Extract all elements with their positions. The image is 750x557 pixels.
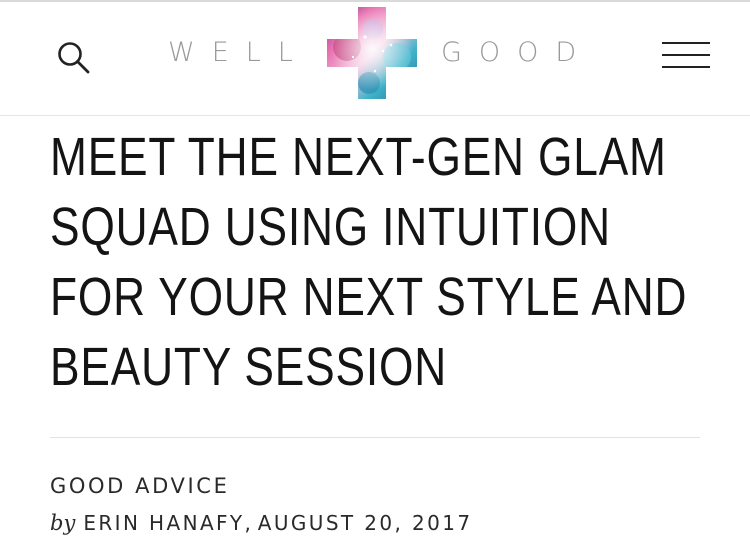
- title-divider: [50, 437, 700, 438]
- hamburger-menu-icon: [662, 54, 710, 56]
- cross-logo-icon: [327, 7, 417, 99]
- article-title: MEET THE NEXT-GEN GLAM SQUAD USING INTUI…: [50, 127, 688, 397]
- brand-word-well: WELL: [168, 37, 310, 68]
- author-link[interactable]: ERIN HANAFY: [83, 511, 244, 535]
- menu-button[interactable]: [662, 42, 712, 72]
- site-header: WELL GOOD: [0, 2, 750, 116]
- site-logo-link[interactable]: WELL GOOD: [0, 2, 750, 115]
- category-link[interactable]: GOOD ADVICE: [50, 473, 229, 499]
- article-page: WELL GOOD MEET THE NEXT-GEN GLAM SQUAD U…: [0, 0, 750, 557]
- byline-by: by: [50, 511, 76, 535]
- brand-word-good: GOOD: [441, 37, 594, 68]
- byline-separator: ,: [244, 511, 254, 535]
- hamburger-menu-icon: [662, 42, 710, 44]
- hamburger-menu-icon: [662, 66, 710, 68]
- byline: by ERIN HANAFY, AUGUST 20, 2017: [50, 509, 473, 540]
- publish-date: AUGUST 20, 2017: [257, 511, 473, 535]
